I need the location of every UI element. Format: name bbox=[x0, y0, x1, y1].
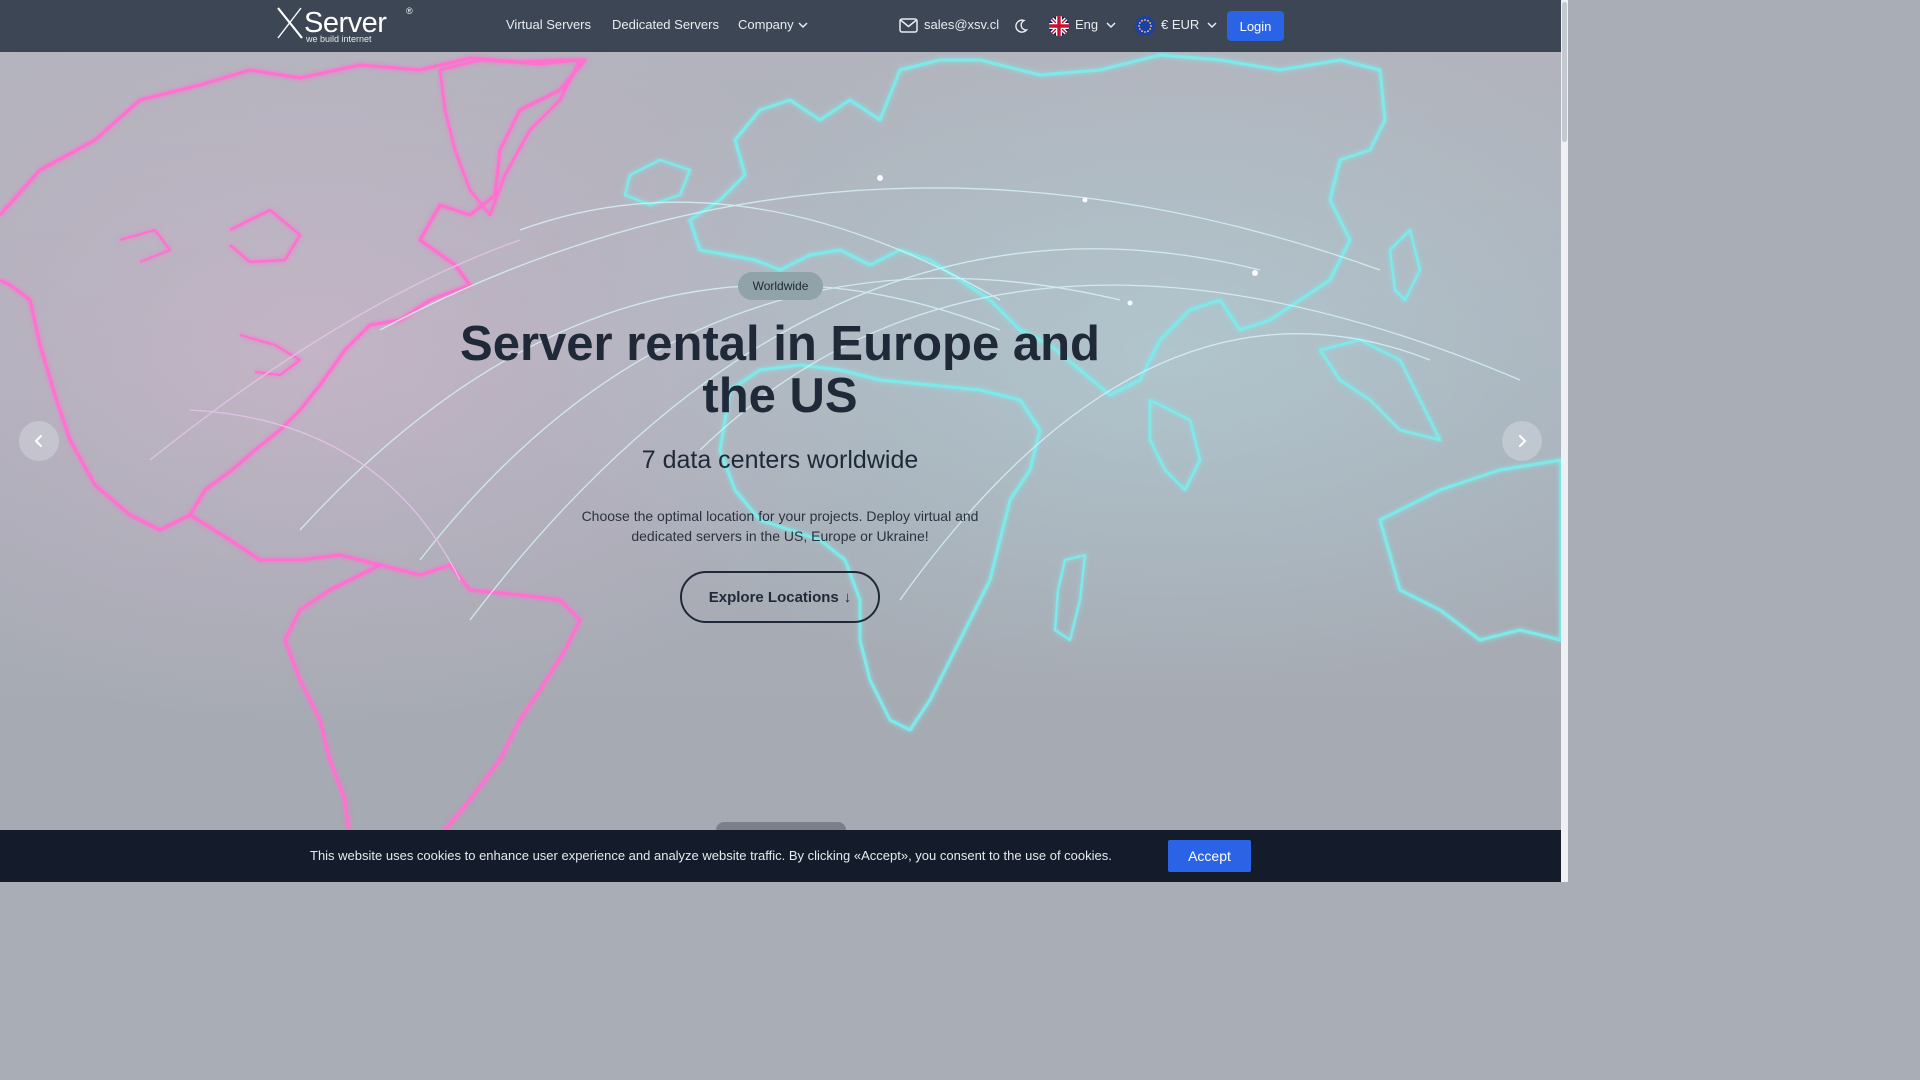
x-logo-icon bbox=[277, 7, 303, 39]
uk-flag-icon[interactable] bbox=[1049, 16, 1069, 36]
carousel-next-button[interactable] bbox=[1502, 421, 1542, 461]
currency-selector[interactable]: € EUR bbox=[1161, 17, 1217, 32]
sales-email-link[interactable]: sales@xsv.cl bbox=[924, 17, 999, 32]
worldwide-badge: Worldwide bbox=[738, 272, 823, 300]
explore-locations-label: Explore Locations bbox=[708, 588, 839, 606]
logo-tagline: we build internet bbox=[306, 34, 372, 44]
scrollbar-thumb[interactable] bbox=[1562, 2, 1567, 142]
cookie-consent-text: This website uses cookies to enhance use… bbox=[310, 848, 1112, 863]
chevron-down-icon bbox=[798, 22, 808, 29]
chevron-right-icon bbox=[1519, 435, 1526, 447]
hero-subtitle: 7 data centers worldwide bbox=[641, 446, 919, 474]
chevron-down-icon bbox=[1106, 22, 1116, 29]
explore-locations-button[interactable]: Explore Locations ↓ bbox=[680, 571, 880, 623]
hero-description: Choose the optimal location for your pro… bbox=[581, 508, 979, 544]
chevron-down-icon bbox=[1207, 22, 1217, 29]
arrow-down-icon: ↓ bbox=[843, 588, 852, 606]
top-navbar: Server ® we build internet Virtual Serve… bbox=[0, 0, 1561, 52]
page-scrollbar[interactable] bbox=[1561, 0, 1568, 882]
nav-dedicated-servers[interactable]: Dedicated Servers bbox=[612, 17, 719, 32]
nav-company-dropdown[interactable]: Company bbox=[738, 17, 808, 32]
chevron-left-icon bbox=[35, 435, 42, 447]
carousel-prev-button[interactable] bbox=[19, 421, 59, 461]
nav-virtual-servers[interactable]: Virtual Servers bbox=[506, 17, 591, 32]
accept-cookies-button[interactable]: Accept bbox=[1168, 840, 1251, 872]
login-button[interactable]: Login bbox=[1227, 11, 1284, 41]
hero-title: Server rental in Europe and the US bbox=[460, 317, 1100, 423]
eu-flag-icon[interactable] bbox=[1135, 16, 1155, 36]
hero-section: Worldwide Server rental in Europe and th… bbox=[0, 0, 1561, 882]
currency-label: € EUR bbox=[1161, 17, 1200, 32]
language-label: Eng bbox=[1075, 17, 1099, 32]
cookie-consent-bar: This website uses cookies to enhance use… bbox=[0, 830, 1561, 882]
logo-registered-mark: ® bbox=[406, 6, 413, 16]
xserver-logo[interactable]: Server ® we build internet bbox=[277, 6, 417, 46]
language-selector[interactable]: Eng bbox=[1075, 17, 1116, 32]
world-map-background bbox=[0, 53, 1561, 882]
mail-icon[interactable] bbox=[899, 17, 918, 34]
moon-icon[interactable] bbox=[1013, 18, 1029, 34]
nav-company-label: Company bbox=[738, 17, 794, 32]
